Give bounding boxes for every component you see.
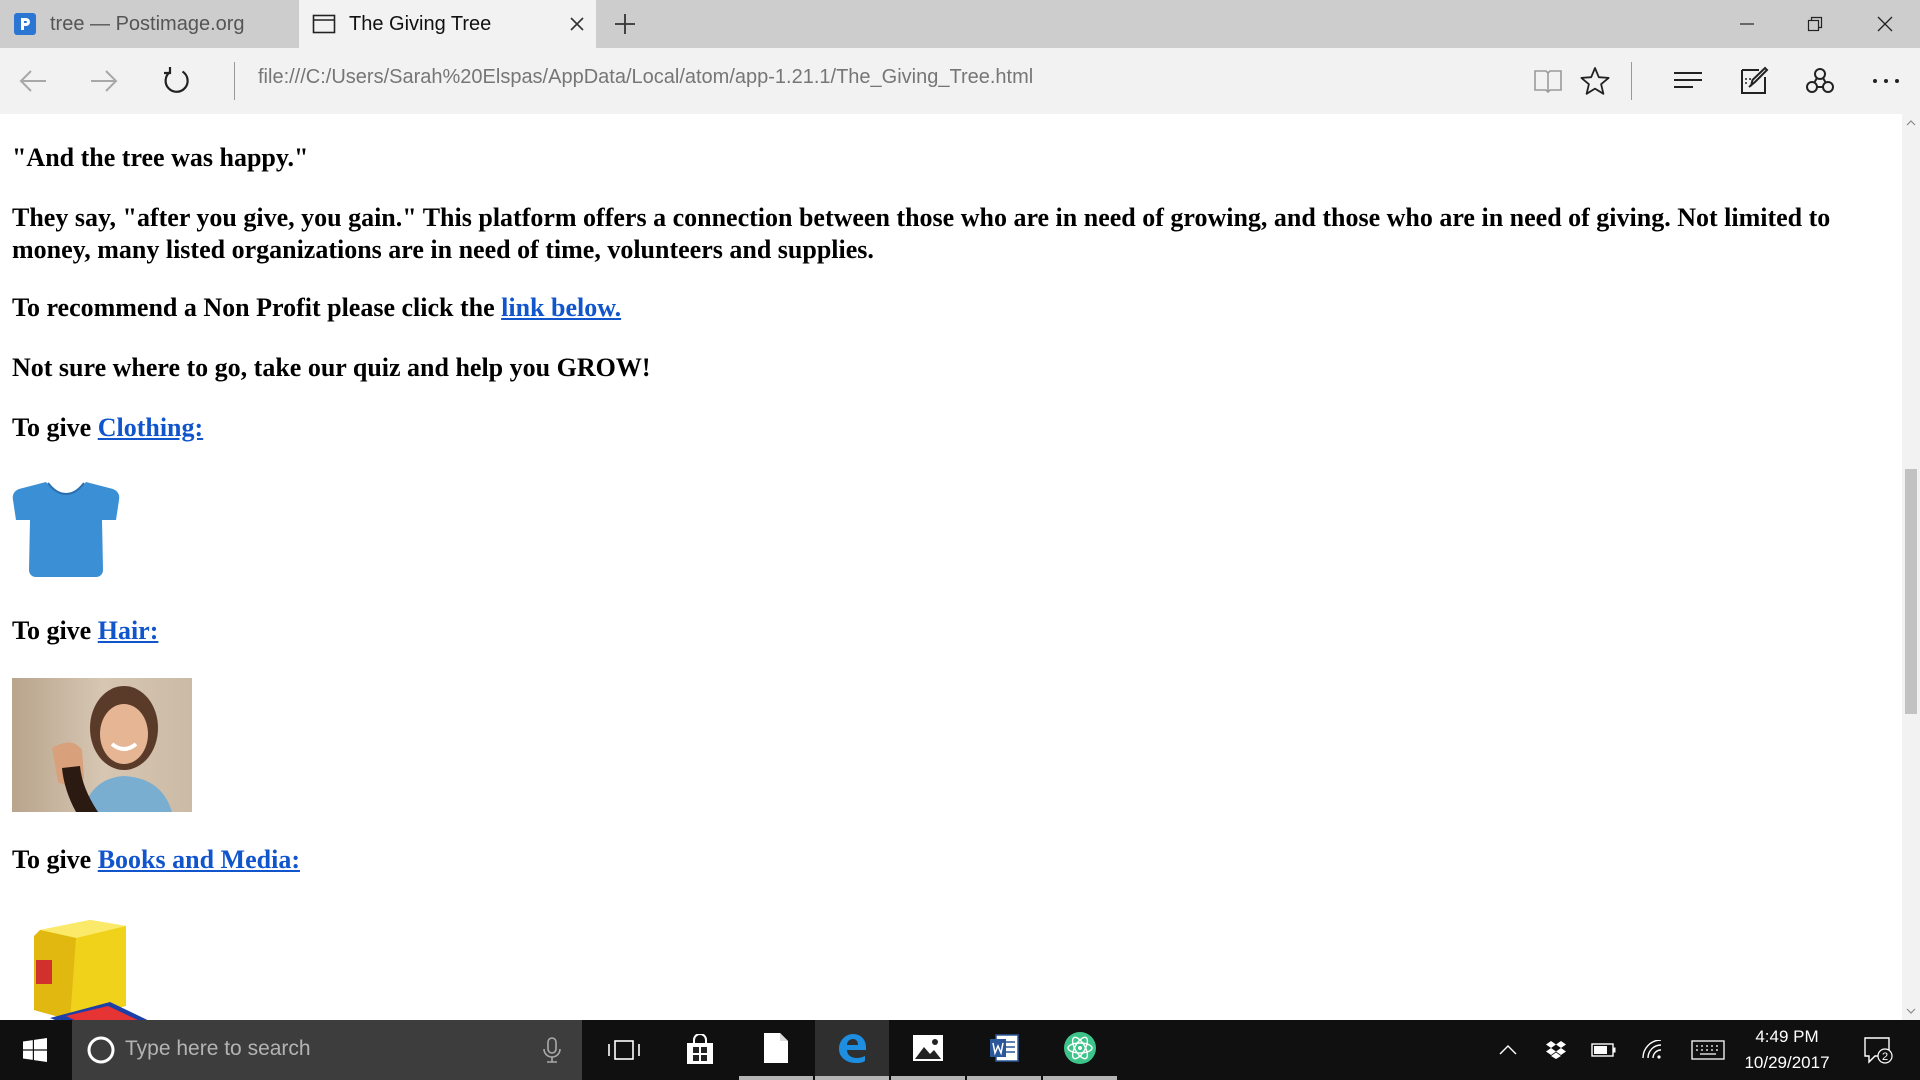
scrollbar-thumb[interactable] xyxy=(1905,469,1917,714)
close-tab-icon[interactable] xyxy=(565,12,589,36)
clothing-link[interactable]: Clothing: xyxy=(98,413,203,442)
quiz-paragraph: Not sure where to go, take our quiz and … xyxy=(12,353,651,382)
recommend-text: To recommend a Non Profit please click t… xyxy=(12,293,502,322)
postimage-icon xyxy=(13,12,37,36)
wifi-icon[interactable] xyxy=(1634,1020,1670,1080)
to-give-text: To give xyxy=(12,616,98,645)
navigation-bar: file:///C:/Users/Sarah%20Elspas/AppData/… xyxy=(0,48,1920,114)
notification-count-badge: 2 xyxy=(1882,1051,1888,1063)
store-icon[interactable] xyxy=(663,1020,737,1080)
hub-icon[interactable] xyxy=(1664,57,1712,105)
battery-icon[interactable] xyxy=(1586,1020,1622,1080)
action-center-icon[interactable]: 2 xyxy=(1856,1020,1900,1080)
intro-paragraph: They say, "after you give, you gain." Th… xyxy=(12,203,1831,264)
books-paragraph: To give Books and Media: xyxy=(12,844,300,876)
new-tab-button[interactable] xyxy=(611,10,639,38)
page-icon xyxy=(312,12,336,36)
divider xyxy=(1631,62,1632,100)
scroll-down-arrow-icon[interactable] xyxy=(1902,1002,1920,1020)
hair-paragraph: To give Hair: xyxy=(12,615,158,647)
dropbox-icon[interactable] xyxy=(1538,1020,1574,1080)
file-icon[interactable] xyxy=(739,1020,813,1080)
quote-heading: "And the tree was happy." xyxy=(12,143,309,172)
show-hidden-icons-chevron-icon[interactable] xyxy=(1490,1020,1526,1080)
atom-editor-icon[interactable] xyxy=(1043,1020,1117,1080)
more-options-icon[interactable] xyxy=(1862,57,1910,105)
tab-giving-tree[interactable]: The Giving Tree xyxy=(299,0,596,48)
cortana-icon xyxy=(86,1035,116,1065)
refresh-button[interactable] xyxy=(153,57,201,105)
recommend-link[interactable]: link below. xyxy=(501,293,621,322)
tab-label: tree — Postimage.org xyxy=(50,12,245,35)
task-view-icon[interactable] xyxy=(587,1020,661,1080)
to-give-text: To give xyxy=(12,413,98,442)
start-button[interactable] xyxy=(0,1020,70,1080)
books-media-link[interactable]: Books and Media: xyxy=(98,845,300,874)
hair-donation-photo xyxy=(12,678,192,812)
clock-date: 10/29/2017 xyxy=(1744,1053,1830,1072)
to-give-text: To give xyxy=(12,845,98,874)
tshirt-image xyxy=(12,480,120,578)
books-image xyxy=(30,918,170,1020)
web-note-icon[interactable] xyxy=(1730,57,1778,105)
reading-view-icon[interactable] xyxy=(1524,57,1572,105)
title-bar: tree — Postimage.org The Giving Tree xyxy=(0,0,1920,48)
tab-label: The Giving Tree xyxy=(349,12,492,35)
restore-button[interactable] xyxy=(1781,0,1849,48)
taskbar: Type here to search 4:49 PM 10/29/2017 2 xyxy=(0,1020,1920,1080)
divider xyxy=(234,62,235,100)
tab-postimage[interactable]: tree — Postimage.org xyxy=(0,0,299,48)
vertical-scrollbar[interactable] xyxy=(1902,114,1920,1020)
clothing-paragraph: To give Clothing: xyxy=(12,412,203,444)
recommend-paragraph: To recommend a Non Profit please click t… xyxy=(12,292,621,324)
system-clock[interactable]: 4:49 PM 10/29/2017 xyxy=(1736,1024,1838,1076)
taskbar-search-box[interactable]: Type here to search xyxy=(72,1020,582,1080)
back-button[interactable] xyxy=(9,57,57,105)
touch-keyboard-icon[interactable] xyxy=(1686,1020,1730,1080)
search-placeholder: Type here to search xyxy=(125,1037,311,1060)
clock-time: 4:49 PM xyxy=(1755,1027,1819,1046)
windows-logo-icon xyxy=(23,1038,47,1062)
hair-link[interactable]: Hair: xyxy=(98,616,159,645)
edge-browser-icon[interactable] xyxy=(815,1020,889,1080)
photos-icon[interactable] xyxy=(891,1020,965,1080)
address-bar[interactable]: file:///C:/Users/Sarah%20Elspas/AppData/… xyxy=(258,66,1033,89)
favorite-star-icon[interactable] xyxy=(1571,57,1619,105)
forward-button[interactable] xyxy=(80,57,128,105)
microphone-icon[interactable] xyxy=(542,1036,562,1064)
word-icon[interactable] xyxy=(967,1020,1041,1080)
scroll-up-arrow-icon[interactable] xyxy=(1902,114,1920,132)
share-icon[interactable] xyxy=(1796,57,1844,105)
minimize-button[interactable] xyxy=(1713,0,1781,48)
page-content: "And the tree was happy." They say, "aft… xyxy=(0,114,1902,1020)
close-window-button[interactable] xyxy=(1851,0,1919,48)
